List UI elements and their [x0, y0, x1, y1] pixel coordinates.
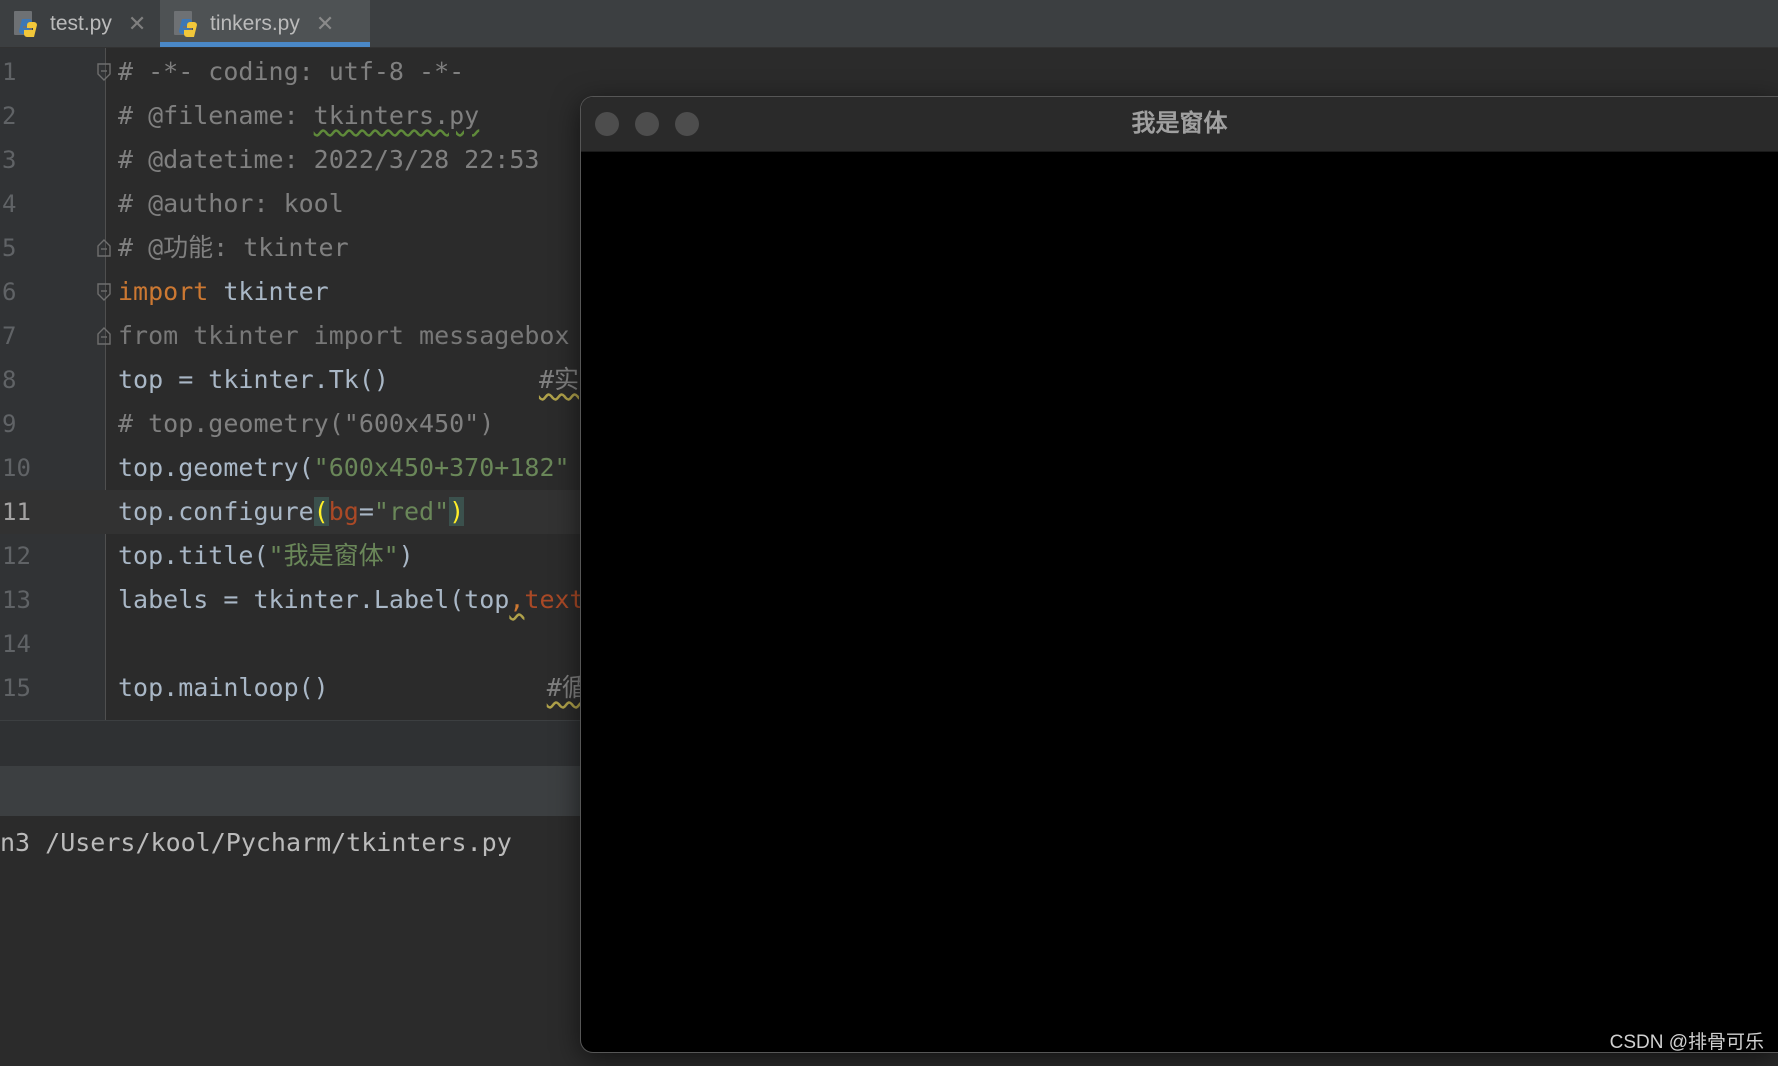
code-token: tkinter: [208, 277, 329, 306]
code-comment: #实: [538, 365, 579, 394]
close-icon[interactable]: ✕: [316, 11, 334, 37]
code-token: ): [449, 497, 465, 526]
line-number: 3: [2, 146, 17, 174]
python-file-icon: [14, 10, 37, 37]
code-text: labels = tkinter.Label(top,text: [118, 578, 585, 622]
tab-tkinters-py[interactable]: tinkers.py ✕: [160, 0, 370, 47]
code-token: "我是窗体": [268, 541, 399, 570]
tab-label: test.py: [50, 11, 112, 35]
tab-label: tinkers.py: [210, 11, 300, 35]
code-token: =: [358, 497, 374, 526]
fold-marker-icon[interactable]: [97, 63, 111, 81]
code-token: bg: [328, 497, 359, 526]
fold-marker-icon[interactable]: [97, 283, 111, 301]
code-token: labels = tkinter.Label(top: [118, 585, 510, 614]
tk-window-titlebar[interactable]: 我是窗体: [581, 97, 1778, 152]
code-token: ,: [509, 585, 525, 614]
line-number: 12: [2, 542, 31, 570]
fold-marker-icon[interactable]: [97, 239, 111, 257]
close-icon[interactable]: ✕: [128, 11, 146, 37]
tk-window-title: 我是窗体: [1131, 110, 1228, 137]
code-token: text: [524, 585, 585, 614]
code-text: import tkinter: [118, 270, 329, 314]
line-number: 13: [2, 586, 31, 614]
watermark: CSDN @排骨可乐: [1609, 1032, 1764, 1053]
line-number: 15: [2, 674, 31, 702]
code-line-1[interactable]: 1 # -*- coding: utf-8 -*-: [0, 50, 1778, 94]
line-number: 4: [2, 190, 17, 218]
code-text: # @author: kool: [118, 189, 344, 218]
code-token: ): [398, 541, 414, 570]
console-command-line: n3 /Users/kool/Pycharm/tkinters.py: [0, 828, 512, 857]
code-token: tkinters.py: [313, 101, 480, 130]
code-token: "red": [373, 497, 450, 526]
code-text: # @filename: tkinters.py: [118, 94, 479, 138]
line-number: 11: [2, 498, 31, 526]
code-token: top.configure: [118, 497, 314, 526]
code-text: # top.geometry("600x450"): [118, 409, 495, 438]
line-number: 10: [2, 454, 31, 482]
line-number: 2: [2, 102, 17, 130]
code-text: top.mainloop() #循: [118, 666, 587, 710]
code-token: import: [118, 277, 209, 306]
code-token: (: [313, 497, 329, 526]
line-number: 1: [2, 58, 17, 86]
fold-marker-icon[interactable]: [97, 327, 111, 345]
code-token: top.geometry(: [118, 453, 314, 482]
code-token: # @filename:: [118, 101, 314, 130]
code-text: # @datetime: 2022/3/28 22:53: [118, 145, 540, 174]
line-number: 9: [2, 410, 17, 438]
tab-test-py[interactable]: test.py ✕: [0, 0, 160, 47]
code-text: # @功能: tkinter: [118, 233, 349, 262]
line-number: 5: [2, 234, 17, 262]
line-number: 6: [2, 278, 17, 306]
python-file-icon: [174, 10, 197, 37]
code-text: top = tkinter.Tk() #实: [118, 358, 579, 402]
code-token: top.title(: [118, 541, 269, 570]
code-text: # -*- coding: utf-8 -*-: [118, 57, 465, 86]
code-token: top = tkinter.Tk(): [118, 365, 389, 394]
line-number: 14: [2, 630, 31, 658]
code-token: top.mainloop(): [118, 673, 329, 702]
line-number: 8: [2, 366, 17, 394]
code-text: from tkinter import messagebox: [118, 321, 570, 350]
code-text: top.configure(bg="red"): [118, 490, 465, 534]
code-token: "600x450+370+182": [313, 453, 570, 482]
editor-tab-bar: test.py ✕ tinkers.py ✕: [0, 0, 1778, 48]
code-text: top.title("我是窗体"): [118, 534, 414, 578]
tk-window[interactable]: 我是窗体: [581, 97, 1778, 1052]
code-text: top.geometry("600x450+370+182": [118, 446, 570, 490]
line-number: 7: [2, 322, 17, 350]
